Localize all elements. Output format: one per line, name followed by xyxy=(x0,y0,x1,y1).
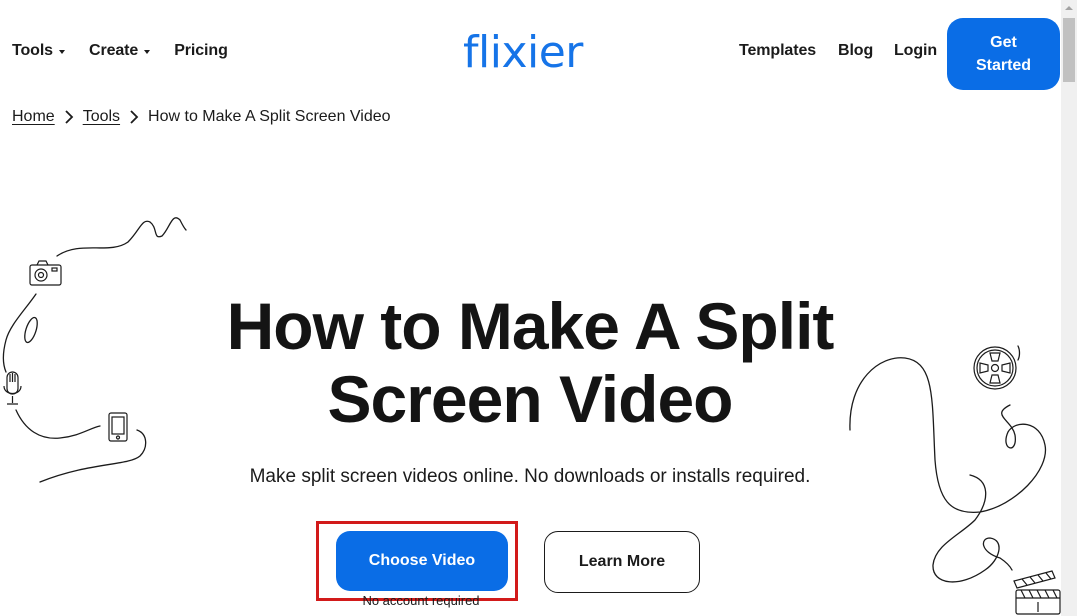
chevron-right-icon xyxy=(130,110,139,124)
nav-templates[interactable]: Templates xyxy=(739,42,816,60)
hero-subtitle: Make split screen videos online. No down… xyxy=(249,466,811,487)
caret-down-icon xyxy=(144,50,151,54)
hero-title: How to Make A Split Screen Video xyxy=(150,290,910,436)
breadcrumb: Home Tools How to Make A Split Screen Vi… xyxy=(12,108,391,126)
flixier-logo[interactable]: flixier xyxy=(463,26,583,80)
nav-pricing[interactable]: Pricing xyxy=(174,42,228,60)
breadcrumb-home[interactable]: Home xyxy=(12,108,55,126)
nav-tools-label: Tools xyxy=(12,42,53,59)
phone-icon xyxy=(108,412,128,442)
microphone-icon xyxy=(3,371,22,405)
scrollbar-thumb[interactable] xyxy=(1063,18,1075,82)
nav-tools[interactable]: Tools xyxy=(12,42,65,60)
chevron-right-icon xyxy=(65,110,73,124)
get-started-button[interactable]: Get Started xyxy=(947,18,1060,90)
learn-more-button[interactable]: Learn More xyxy=(544,531,700,593)
nav-create[interactable]: Create xyxy=(88,42,151,60)
primary-nav: Tools Create Pricing xyxy=(12,42,252,60)
get-started-label: Get Started xyxy=(976,31,1031,77)
get-started-line1: Get xyxy=(990,34,1017,51)
hero-title-line2: Screen Video xyxy=(327,362,734,436)
camera-icon xyxy=(29,260,62,286)
nav-login[interactable]: Login xyxy=(894,42,937,60)
caret-down-icon xyxy=(58,50,65,54)
no-account-note: No account required xyxy=(362,593,480,608)
film-reel-icon xyxy=(973,346,1017,390)
vertical-scrollbar[interactable] xyxy=(1061,0,1077,616)
scroll-up-arrow-icon[interactable] xyxy=(1061,0,1077,16)
nav-create-label: Create xyxy=(88,42,139,59)
breadcrumb-tools[interactable]: Tools xyxy=(83,108,120,126)
nav-blog[interactable]: Blog xyxy=(838,42,873,60)
page: Tools Create Pricing flixier Templates B… xyxy=(0,0,1061,616)
nav-pricing-label: Pricing xyxy=(174,42,228,59)
breadcrumb-current: How to Make A Split Screen Video xyxy=(148,108,391,125)
hero-title-line1: How to Make A Split xyxy=(226,289,835,363)
choose-video-button[interactable]: Choose Video xyxy=(336,531,508,591)
clapperboard-icon xyxy=(1013,570,1061,615)
get-started-line2: Started xyxy=(975,57,1032,74)
